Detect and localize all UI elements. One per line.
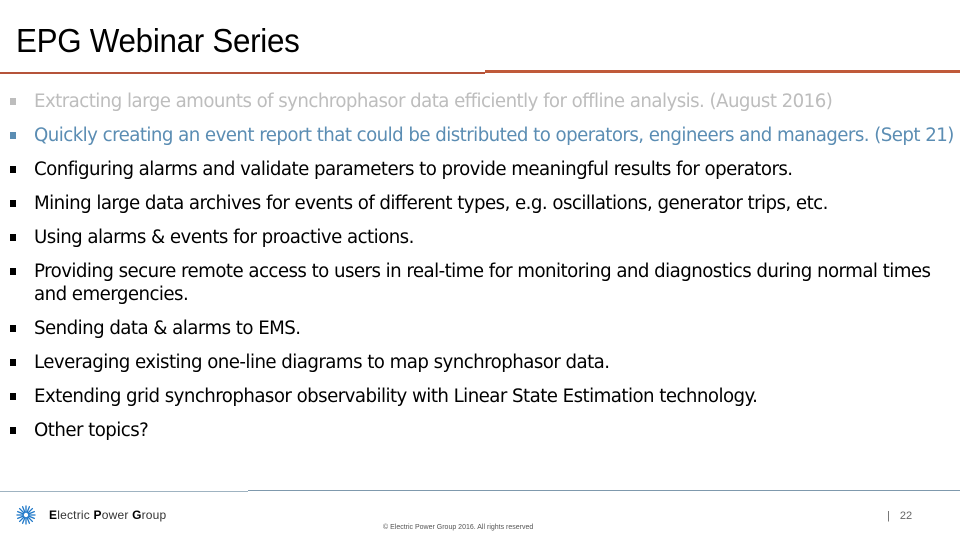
bullet-square-icon <box>10 325 16 332</box>
bullet-square-icon <box>10 98 16 105</box>
list-item: Sending data & alarms to EMS. <box>10 317 955 340</box>
list-item-text: Extracting large amounts of synchrophaso… <box>34 91 833 112</box>
page-separator: | <box>887 510 890 522</box>
list-item: Extracting large amounts of synchrophaso… <box>10 90 955 113</box>
topic-list: Extracting large amounts of synchrophaso… <box>10 90 955 453</box>
list-item: Mining large data archives for events of… <box>10 192 955 215</box>
list-item: Configuring alarms and validate paramete… <box>10 158 955 181</box>
list-item-text: Using alarms & events for proactive acti… <box>34 227 414 248</box>
list-item-text: Sending data & alarms to EMS. <box>34 318 301 339</box>
list-item-text: Other topics? <box>34 420 149 441</box>
bullet-square-icon <box>10 427 16 434</box>
list-item-text: Quickly creating an event report that co… <box>34 125 954 146</box>
list-item-text: Leveraging existing one-line diagrams to… <box>34 352 610 373</box>
company-name: Electric Power Group <box>49 508 167 522</box>
title-divider-left <box>0 72 485 74</box>
page-number-value: 22 <box>899 510 913 522</box>
starburst-icon <box>16 505 36 525</box>
bullet-square-icon <box>10 234 16 241</box>
footer-divider-right <box>248 490 960 491</box>
bullet-square-icon <box>10 268 16 275</box>
page-number: | 22 <box>887 510 912 522</box>
title-divider-right <box>485 70 960 73</box>
list-item: Providing secure remote access to users … <box>10 260 955 306</box>
company-logo: Electric Power Group <box>16 505 166 525</box>
list-item-text: Providing secure remote access to users … <box>34 261 931 305</box>
bullet-square-icon <box>10 132 16 139</box>
list-item-text: Mining large data archives for events of… <box>34 193 828 214</box>
list-item: Other topics? <box>10 419 955 442</box>
list-item: Using alarms & events for proactive acti… <box>10 226 955 249</box>
slide-title: EPG Webinar Series <box>16 22 300 59</box>
list-item-text: Configuring alarms and validate paramete… <box>34 159 793 180</box>
footer-divider-left <box>0 491 248 492</box>
copyright-notice: © Electric Power Group 2016. All rights … <box>383 524 534 531</box>
bullet-square-icon <box>10 359 16 366</box>
list-item-text: Extending grid synchrophasor observabili… <box>34 386 758 407</box>
bullet-square-icon <box>10 200 16 207</box>
list-item: Extending grid synchrophasor observabili… <box>10 385 955 408</box>
list-item: Leveraging existing one-line diagrams to… <box>10 351 955 374</box>
list-item: Quickly creating an event report that co… <box>10 124 955 147</box>
bullet-square-icon <box>10 393 16 400</box>
bullet-square-icon <box>10 166 16 173</box>
